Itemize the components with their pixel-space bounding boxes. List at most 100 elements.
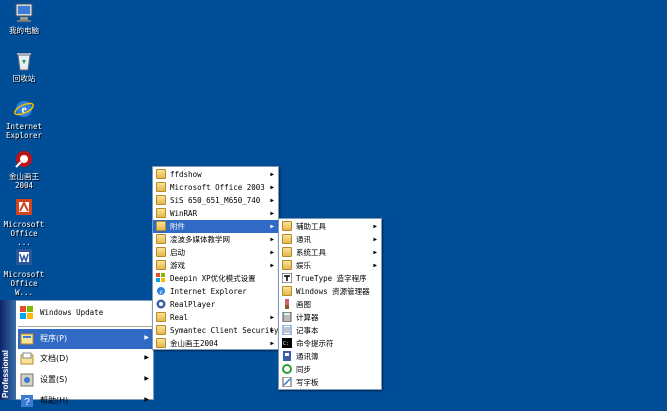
folder-icon (156, 234, 166, 244)
desktop-icon-internet-explorer[interactable]: e Internet Explorer (2, 98, 46, 140)
accessories-item-communications[interactable]: 通讯 ▶ (279, 233, 381, 246)
folder-icon (282, 234, 292, 244)
start-item-programs[interactable]: 程序(P) ▶ (18, 329, 152, 349)
cmd-icon: C: (282, 338, 292, 348)
accessories-item-wordpad[interactable]: 写字板 (279, 376, 381, 389)
accessories-item-accessibility[interactable]: 辅助工具 ▶ (279, 220, 381, 233)
folder-icon (156, 260, 166, 270)
chevron-right-icon: ▶ (270, 327, 274, 334)
desktop-icon-office-word[interactable]: Microsoft Office W... (2, 246, 46, 297)
folder-icon (282, 247, 292, 257)
accessories-item-truetype[interactable]: TrueType 造字程序 (279, 272, 381, 285)
settings-icon (20, 373, 34, 387)
programs-item-real[interactable]: Real ▶ (153, 311, 278, 324)
accessories-item-calculator[interactable]: 计算器 (279, 311, 381, 324)
menu-item-label: Symantec Client Security (170, 326, 279, 335)
menu-item-label: Microsoft Office 2003 (170, 183, 265, 192)
start-item-label: 程序(P) (40, 334, 68, 343)
start-item-documents[interactable]: 文档(D) ▶ (18, 349, 152, 369)
menu-item-label: Real (170, 313, 189, 322)
windows-update-icon (20, 306, 34, 320)
accessories-item-notepad[interactable]: 记事本 (279, 324, 381, 337)
accessories-item-explorer[interactable]: Windows 资源管理器 (279, 285, 381, 298)
accessories-item-sync[interactable]: 同步 (279, 363, 381, 376)
accessories-item-paint[interactable]: 画图 (279, 298, 381, 311)
desktop-icon-office[interactable]: Microsoft Office ... (2, 196, 46, 247)
menu-item-label: 启动 (170, 248, 185, 257)
accessories-item-addressbook[interactable]: 通讯簿 (279, 350, 381, 363)
folder-icon (156, 325, 166, 335)
programs-item-kingsoft[interactable]: 金山画王2004 ▶ (153, 337, 278, 350)
desktop-icon-label: 回收站 (12, 74, 36, 83)
truetype-icon (281, 272, 293, 284)
ie-icon: e (13, 98, 35, 120)
sync-icon (282, 364, 292, 374)
wordpad-icon (282, 376, 292, 388)
programs-item-lingbo[interactable]: 凌波多媒体教学网 ▶ (153, 233, 278, 246)
office-icon (13, 196, 35, 218)
menu-item-label: 画图 (296, 300, 311, 309)
start-item-settings[interactable]: 设置(S) ▶ (18, 370, 152, 390)
chevron-right-icon: ▶ (270, 249, 274, 256)
office-word-icon (13, 246, 35, 268)
desktop-icon-kingsoft[interactable]: 金山画王 2004 (2, 148, 46, 190)
folder-icon (156, 208, 166, 218)
start-menu-sidebar: Professional (0, 300, 16, 400)
accessories-item-entertainment[interactable]: 娱乐 ▶ (279, 259, 381, 272)
folder-icon (156, 182, 166, 192)
start-item-label: Windows Update (40, 308, 104, 317)
programs-icon (20, 332, 34, 346)
chevron-right-icon: ▶ (270, 210, 274, 217)
chevron-right-icon: ▶ (270, 262, 274, 269)
programs-item-ffdshow[interactable]: ffdshow ▶ (153, 168, 278, 181)
menu-item-label: 凌波多媒体教学网 (170, 235, 230, 244)
programs-item-games[interactable]: 游戏 ▶ (153, 259, 278, 272)
chevron-right-icon: ▶ (270, 197, 274, 204)
programs-item-sis[interactable]: SiS 650_651_M650_740 ▶ (153, 194, 278, 207)
menu-item-label: 通讯 (296, 235, 311, 244)
computer-icon (13, 2, 35, 24)
ie-icon: e (156, 286, 166, 296)
menu-item-label: 辅助工具 (296, 222, 326, 231)
programs-item-accessories[interactable]: 附件 ▶ (153, 220, 278, 233)
accessories-menu: 辅助工具 ▶ 通讯 ▶ 系统工具 ▶ 娱乐 ▶ TrueType 造字程序 Window… (278, 218, 382, 390)
menu-item-label: 计算器 (296, 313, 319, 322)
desktop-icon-label: 我的电脑 (9, 26, 39, 35)
start-item-help[interactable]: ? 帮助(H) ▶ (18, 391, 152, 411)
help-icon: ? (20, 394, 34, 408)
chevron-right-icon: ▶ (373, 262, 377, 269)
programs-item-realplayer[interactable]: RealPlayer (153, 298, 278, 311)
paint-icon (282, 299, 292, 309)
folder-icon (282, 260, 292, 270)
accessories-item-system-tools[interactable]: 系统工具 ▶ (279, 246, 381, 259)
folder-icon (282, 221, 292, 231)
recycle-bin-icon (13, 50, 35, 72)
programs-item-deepin[interactable]: Deepin XP优化模式设置 (153, 272, 278, 285)
programs-item-ie[interactable]: e Internet Explorer (153, 285, 278, 298)
menu-item-label: ffdshow (170, 170, 202, 179)
programs-item-symantec[interactable]: Symantec Client Security ▶ (153, 324, 278, 337)
deepin-icon (156, 273, 166, 283)
programs-menu: ffdshow ▶ Microsoft Office 2003 ▶ SiS 650_… (152, 166, 279, 350)
start-item-label: 帮助(H) (40, 396, 69, 405)
svg-text:e: e (159, 288, 162, 296)
menu-item-label: 娱乐 (296, 261, 311, 270)
desktop-icon-my-computer[interactable]: 我的电脑 (2, 2, 46, 35)
svg-text:?: ? (24, 397, 30, 408)
chevron-right-icon: ▶ (270, 171, 274, 178)
chevron-right-icon: ▶ (270, 184, 274, 191)
menu-item-label: RealPlayer (170, 300, 216, 309)
menu-item-label: 系统工具 (296, 248, 326, 257)
chevron-right-icon: ▶ (270, 340, 274, 347)
accessories-item-cmd[interactable]: C: 命令提示符 (279, 337, 381, 350)
folder-icon (156, 195, 166, 205)
folder-icon (156, 312, 166, 322)
programs-item-startup[interactable]: 启动 ▶ (153, 246, 278, 259)
desktop-icon-recycle-bin[interactable]: 回收站 (2, 50, 46, 83)
start-item-label: 设置(S) (40, 375, 68, 384)
start-item-windows-update[interactable]: Windows Update (18, 302, 152, 324)
menu-item-label: SiS 650_651_M650_740 (170, 196, 261, 205)
desktop: 我的电脑 回收站 e Internet Explorer 金山画王 2004 M… (0, 0, 667, 408)
programs-item-office-2003[interactable]: Microsoft Office 2003 ▶ (153, 181, 278, 194)
programs-item-winrar[interactable]: WinRAR ▶ (153, 207, 278, 220)
